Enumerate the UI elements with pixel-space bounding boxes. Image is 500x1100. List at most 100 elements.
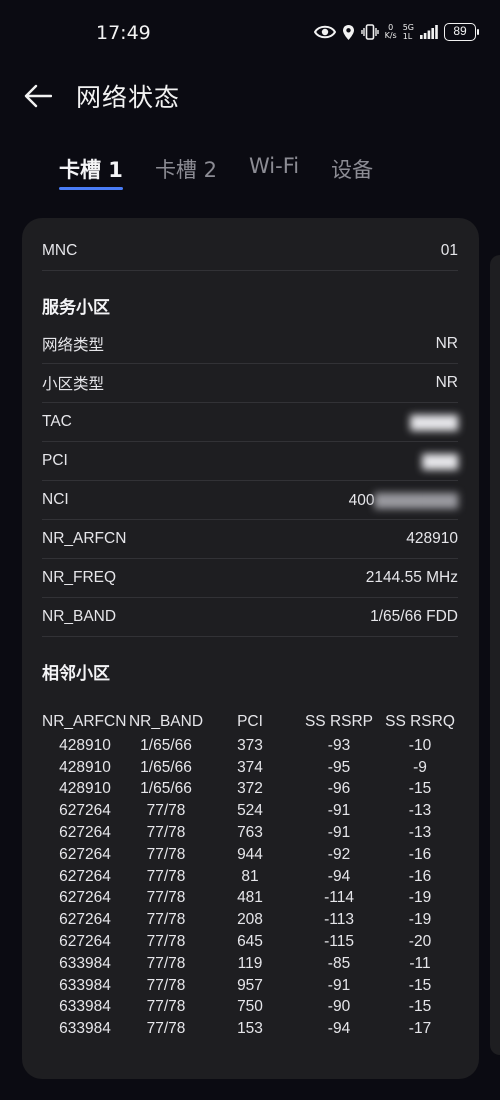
table-cell: -91 — [327, 824, 351, 842]
table-cell: 633984 — [59, 998, 111, 1016]
table-cell: 372 — [237, 780, 263, 798]
row-label: 小区类型 — [42, 376, 105, 393]
table-cell: 633984 — [59, 954, 111, 972]
table-cell: 627264 — [59, 889, 111, 907]
table-row: 627264 77/78 944 -92 -16 — [42, 844, 458, 866]
table-cell: 524 — [237, 802, 263, 820]
tab-device[interactable]: 设备 — [331, 154, 373, 194]
table-cell: 428910 — [59, 736, 111, 754]
table-cell: 373 — [237, 736, 263, 754]
table-cell: -10 — [408, 736, 432, 754]
row-value: 2144.55 MHz — [365, 569, 458, 586]
network-info-card[interactable]: MNC 01 服务小区 网络类型 NR 小区类型 NR TAC ▇▇▇▇ PCI… — [22, 218, 479, 1079]
table-cell: -15 — [408, 998, 432, 1016]
table-row: 627264 77/78 481 -114 -19 — [42, 888, 458, 910]
table-cell: -114 — [324, 889, 354, 907]
speed-unit: K/s — [384, 31, 397, 40]
table-row: 633984 77/78 750 -90 -15 — [42, 997, 458, 1019]
table-cell: -96 — [327, 780, 351, 798]
table-cell: -16 — [408, 845, 432, 863]
table-cell: 633984 — [59, 976, 111, 994]
column-header: SS RSRQ — [385, 713, 455, 730]
row-label: NR_BAND — [42, 608, 117, 625]
table-cell: 77/78 — [146, 954, 186, 972]
table-cell: -85 — [327, 954, 351, 972]
table-row: 633984 77/78 153 -94 -17 — [42, 1018, 458, 1040]
table-cell: 77/78 — [146, 933, 186, 951]
table-cell: 957 — [237, 976, 263, 994]
network-type-row: 网络类型 NR — [42, 325, 458, 364]
table-cell: 1/65/66 — [140, 736, 192, 754]
table-cell: -115 — [324, 933, 354, 951]
network-label: 5G — [402, 23, 414, 32]
mnc-row: MNC 01 — [42, 232, 458, 271]
row-label: NCI — [42, 491, 69, 508]
column-header: NR_ARFCN — [42, 713, 127, 730]
nr-band-row: NR_BAND 1/65/66 FDD — [42, 598, 458, 637]
tab-bar: 卡槽 1 卡槽 2 Wi-Fi 设备 — [59, 154, 373, 196]
table-cell: -92 — [327, 845, 351, 863]
table-cell: 77/78 — [146, 976, 186, 994]
table-cell: 77/78 — [146, 911, 186, 929]
neighbour-cell-title: 相邻小区 — [42, 664, 110, 684]
redacted-value: ▇▇▇ — [422, 452, 458, 470]
table-cell: 428910 — [59, 780, 111, 798]
table-row: 633984 77/78 957 -91 -15 — [42, 975, 458, 997]
column-header: SS RSRP — [304, 713, 374, 730]
table-cell: -93 — [327, 736, 351, 754]
table-row: 627264 77/78 81 -94 -16 — [42, 866, 458, 888]
table-cell: 77/78 — [146, 802, 186, 820]
next-card-edge — [490, 255, 500, 1055]
tac-row: TAC ▇▇▇▇ — [42, 403, 458, 442]
nci-visible-prefix: 400 — [348, 491, 375, 509]
pci-row: PCI ▇▇▇ — [42, 442, 458, 481]
row-label: 网络类型 — [42, 337, 105, 354]
status-bar: 17:49 0 K/s 5G 1L 89 — [0, 0, 500, 64]
battery-indicator: 89 — [444, 23, 479, 41]
eye-icon — [313, 25, 336, 39]
table-cell: -15 — [408, 780, 432, 798]
table-cell: -95 — [327, 758, 351, 776]
tab-slot-2[interactable]: 卡槽 2 — [155, 154, 217, 194]
table-cell: -20 — [408, 933, 432, 951]
table-cell: 627264 — [59, 802, 111, 820]
location-icon — [342, 24, 355, 41]
table-cell: -16 — [408, 867, 432, 885]
tab-slot-1[interactable]: 卡槽 1 — [59, 154, 123, 194]
table-row: 428910 1/65/66 374 -95 -9 — [42, 757, 458, 779]
table-cell: 633984 — [59, 1020, 111, 1038]
table-cell: -13 — [408, 802, 432, 820]
nr-arfcn-row: NR_ARFCN 428910 — [42, 520, 458, 559]
table-cell: 77/78 — [146, 1020, 186, 1038]
table-cell: 763 — [237, 824, 263, 842]
tab-wifi[interactable]: Wi-Fi — [249, 154, 299, 194]
table-row: 627264 77/78 645 -115 -20 — [42, 931, 458, 953]
table-cell: 645 — [237, 933, 263, 951]
network-sub-label: 1L — [402, 32, 413, 41]
network-speed: 0 K/s — [385, 24, 397, 40]
table-cell: 77/78 — [146, 998, 186, 1016]
network-type: 5G 1L — [403, 23, 414, 41]
info-rows: MNC 01 服务小区 网络类型 NR 小区类型 NR TAC ▇▇▇▇ PCI… — [42, 232, 458, 691]
table-cell: -90 — [327, 998, 351, 1016]
table-cell: 77/78 — [146, 867, 186, 885]
table-cell: -94 — [327, 1020, 351, 1038]
table-cell: -11 — [409, 954, 431, 972]
table-cell: 1/65/66 — [140, 758, 192, 776]
table-cell: 627264 — [59, 867, 111, 885]
mnc-label: MNC — [42, 242, 78, 259]
table-cell: 944 — [237, 845, 263, 863]
nr-freq-row: NR_FREQ 2144.55 MHz — [42, 559, 458, 598]
signal-icon — [420, 25, 438, 39]
neighbour-cell-table: NR_ARFCN NR_BAND PCI SS RSRP SS RSRQ 428… — [42, 709, 458, 1040]
table-row: 627264 77/78 524 -91 -13 — [42, 800, 458, 822]
table-body: 428910 1/65/66 373 -93 -10 428910 1/65/66 374 -9… — [42, 735, 458, 1040]
mnc-value: 01 — [440, 242, 458, 259]
table-cell: -19 — [408, 911, 432, 929]
row-value: NR — [435, 335, 458, 352]
back-arrow-icon[interactable] — [22, 80, 54, 112]
table-cell: -91 — [327, 802, 351, 820]
vibrate-icon — [360, 24, 379, 40]
table-header: NR_ARFCN NR_BAND PCI SS RSRP SS RSRQ — [42, 709, 458, 735]
row-label: NR_FREQ — [42, 569, 117, 586]
